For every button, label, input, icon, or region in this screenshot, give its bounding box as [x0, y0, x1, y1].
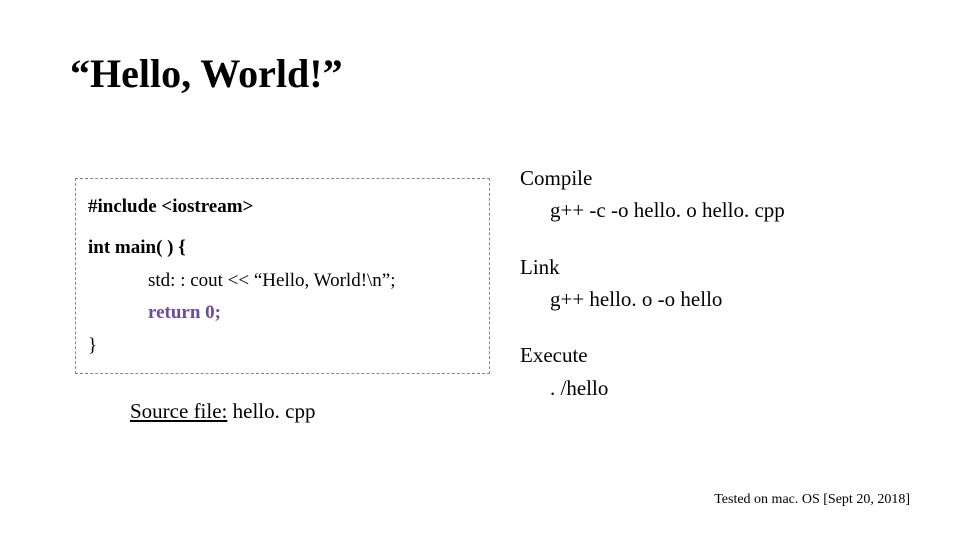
- code-line-main: int main( ) {: [88, 233, 477, 262]
- left-column: #include <iostream> int main( ) { std: :…: [75, 178, 495, 424]
- compile-command: g++ -c -o hello. o hello. cpp: [520, 196, 930, 224]
- return-value: 0;: [205, 302, 221, 323]
- code-line-cout: std: : cout << “Hello, World!\n”;: [88, 266, 477, 295]
- source-file-underline: Source file:: [130, 399, 227, 423]
- source-file-name: hello. cpp: [227, 399, 315, 423]
- link-command: g++ hello. o -o hello: [520, 285, 930, 313]
- link-label: Link: [520, 253, 930, 281]
- compile-label: Compile: [520, 164, 930, 192]
- code-line-close: }: [88, 331, 477, 360]
- code-box: #include <iostream> int main( ) { std: :…: [75, 178, 490, 374]
- right-column: Compile g++ -c -o hello. o hello. cpp Li…: [520, 150, 930, 416]
- execute-label: Execute: [520, 341, 930, 369]
- code-line-include: #include <iostream>: [88, 192, 477, 221]
- code-blank-line: [88, 224, 477, 230]
- code-line-return: return 0;: [88, 298, 477, 327]
- slide: “Hello, World!” #include <iostream> int …: [0, 0, 960, 540]
- execute-command: . /hello: [520, 374, 930, 402]
- slide-title: “Hello, World!”: [70, 50, 343, 97]
- return-keyword: return: [148, 302, 200, 323]
- footer-note: Tested on mac. OS [Sept 20, 2018]: [714, 492, 910, 508]
- source-file-label: Source file: hello. cpp: [75, 399, 495, 424]
